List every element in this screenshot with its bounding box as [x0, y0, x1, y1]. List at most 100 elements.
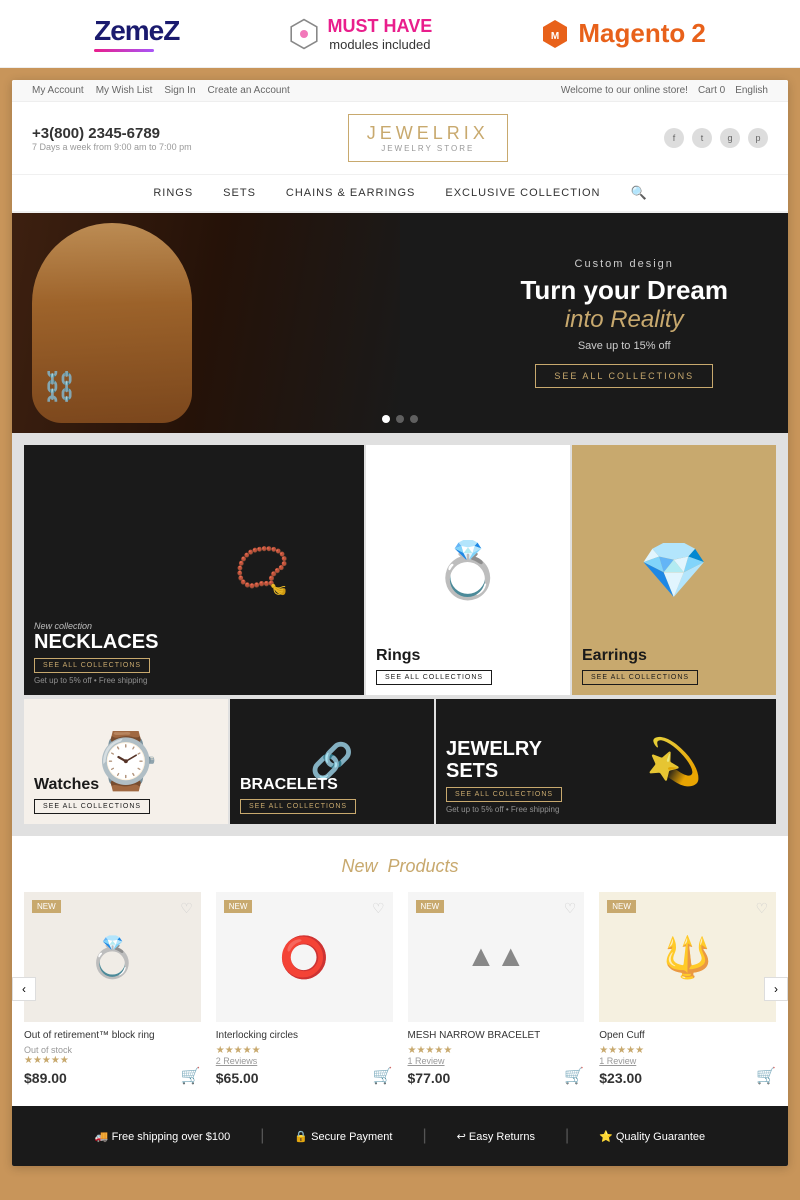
products-section: New Products ‹ New ♡ 💍 Out of retirement… — [12, 836, 788, 1106]
jewelry-sets-title2: SETS — [446, 760, 562, 782]
separator-1: | — [260, 1127, 264, 1145]
product-name-1: Out of retirement™ block ring — [24, 1030, 201, 1041]
product-stars-3: ★★★★★ — [408, 1045, 585, 1056]
hero-banner: ⛓️ Custom design Turn your Dream into Re… — [12, 213, 788, 433]
zemes-brand: ZemeZ — [94, 15, 179, 52]
product-card-1: New ♡ 💍 Out of retirement™ block ring Ou… — [24, 892, 201, 1086]
product-stock-1: Out of stock — [24, 1045, 201, 1055]
musthave-top-label: MUST HAVE — [328, 16, 433, 37]
product-cart-button-4[interactable]: 🛒 — [756, 1066, 776, 1086]
nav-rings[interactable]: RINGS — [153, 187, 193, 199]
bottom-bar-item-4: ⭐ Quality Guarantee — [599, 1130, 705, 1143]
necklaces-subcategory: New collection — [34, 621, 158, 631]
product-wishlist-1[interactable]: ♡ — [180, 900, 193, 917]
store-logo-box: JEWELRIX Jewelry Store — [348, 114, 508, 162]
product-price-3: $77.00 — [408, 1070, 451, 1086]
musthave-badge: MUST HAVE modules included — [288, 16, 433, 52]
store-logo[interactable]: JEWELRIX Jewelry Store — [348, 114, 508, 162]
phone-hours: 7 Days a week from 9:00 am to 7:00 pm — [32, 142, 192, 152]
product-badge-1: New — [32, 900, 61, 913]
google-plus-icon[interactable]: g — [720, 128, 740, 148]
rings-cta-button[interactable]: SEE ALL COLLECTIONS — [376, 670, 492, 685]
bottom-bar-item-1: 🚚 Free shipping over $100 — [95, 1130, 230, 1143]
top-nav-right: Welcome to our online store! Cart 0 Engl… — [561, 85, 768, 96]
products-title-plain: New — [341, 856, 377, 876]
category-grid-top: 📿 New collection NECKLACES SEE ALL COLLE… — [12, 433, 788, 697]
product-stars-4: ★★★★★ — [599, 1045, 776, 1056]
product-cart-button-3[interactable]: 🛒 — [564, 1066, 584, 1086]
product-reviews-3[interactable]: 1 Review — [408, 1056, 585, 1066]
nav-exclusive[interactable]: EXCLUSIVE COLLECTION — [445, 187, 600, 199]
store-logo-name: JEWELRIX — [367, 123, 489, 144]
product-card-2: New ♡ ⭕ Interlocking circles ★★★★★ 2 Rev… — [216, 892, 393, 1086]
store-wrapper: My Account My Wish List Sign In Create a… — [12, 80, 788, 1166]
cart-link[interactable]: Cart 0 — [698, 85, 725, 96]
pinterest-icon[interactable]: p — [748, 128, 768, 148]
bottom-bar: 🚚 Free shipping over $100 | 🔒 Secure Pay… — [12, 1106, 788, 1166]
separator-3: | — [565, 1127, 569, 1145]
wish-list-link[interactable]: My Wish List — [96, 85, 153, 96]
earrings-content: Earrings SEE ALL COLLECTIONS — [582, 647, 698, 685]
necklace-image: 📿 — [160, 445, 364, 695]
watches-cta-button[interactable]: SEE ALL COLLECTIONS — [34, 799, 150, 814]
products-title-italic: Products — [387, 856, 458, 876]
my-account-link[interactable]: My Account — [32, 85, 84, 96]
header: +3(800) 2345-6789 7 Days a week from 9:0… — [12, 102, 788, 175]
hero-dot-3[interactable] — [410, 415, 418, 423]
necklaces-offer: Get up to 5% off • Free shipping — [34, 676, 158, 685]
product-cart-button-2[interactable]: 🛒 — [373, 1066, 393, 1086]
jewelry-sets-offer: Get up to 5% off • Free shipping — [446, 805, 562, 814]
carousel-next-button[interactable]: › — [764, 977, 788, 1001]
nav-chains-earrings[interactable]: CHAINS & EARRINGS — [286, 187, 415, 199]
bracelets-cta-button[interactable]: SEE ALL COLLECTIONS — [240, 799, 356, 814]
facebook-icon[interactable]: f — [664, 128, 684, 148]
product-name-4: Open Cuff — [599, 1030, 776, 1041]
rings-category: 💍 Rings SEE ALL COLLECTIONS — [366, 445, 570, 695]
magento-text: Magento 2 — [578, 18, 705, 49]
product-reviews-4[interactable]: 1 Review — [599, 1056, 776, 1066]
bracelets-title: Bracelets — [240, 776, 356, 794]
category-grid-bottom: ⌚ Watches SEE ALL COLLECTIONS 🔗 Bracelet… — [12, 697, 788, 836]
necklaces-category: 📿 New collection NECKLACES SEE ALL COLLE… — [24, 445, 364, 695]
product-badge-2: New — [224, 900, 253, 913]
product-wishlist-4[interactable]: ♡ — [755, 900, 768, 917]
earrings-cta-button[interactable]: SEE ALL COLLECTIONS — [582, 670, 698, 685]
watches-content: Watches SEE ALL COLLECTIONS — [34, 776, 150, 814]
hero-offer: Save up to 15% off — [520, 340, 728, 352]
product-wishlist-3[interactable]: ♡ — [564, 900, 577, 917]
product-reviews-2[interactable]: 2 Reviews — [216, 1056, 393, 1066]
sign-in-link[interactable]: Sign In — [164, 85, 195, 96]
separator-2: | — [422, 1127, 426, 1145]
bracelets-category: 🔗 Bracelets SEE ALL COLLECTIONS — [230, 699, 434, 824]
watches-title: Watches — [34, 776, 150, 794]
hero-dot-2[interactable] — [396, 415, 404, 423]
top-nav: My Account My Wish List Sign In Create a… — [12, 80, 788, 102]
main-nav: RINGS SETS CHAINS & EARRINGS EXCLUSIVE C… — [12, 175, 788, 213]
bracelets-content: Bracelets SEE ALL COLLECTIONS — [240, 776, 356, 814]
hero-title-1: Turn your Dream — [520, 275, 728, 306]
hero-cta-button[interactable]: SEE ALL COLLECTIONS — [535, 364, 713, 388]
jewelry-sets-content: JEWELRY SETS SEE ALL COLLECTIONS Get up … — [446, 738, 562, 814]
hero-dot-1[interactable] — [382, 415, 390, 423]
search-icon[interactable]: 🔍 — [630, 185, 646, 201]
necklaces-cta-button[interactable]: SEE ALL COLLECTIONS — [34, 658, 150, 673]
twitter-icon[interactable]: t — [692, 128, 712, 148]
product-cart-button-1[interactable]: 🛒 — [181, 1066, 201, 1086]
necklaces-content: New collection NECKLACES SEE ALL COLLECT… — [34, 621, 158, 685]
product-stars-1: ★★★★★ — [24, 1055, 201, 1066]
product-price-2: $65.00 — [216, 1070, 259, 1086]
earrings-category: 💎 Earrings SEE ALL COLLECTIONS — [572, 445, 776, 695]
nav-sets[interactable]: SETS — [223, 187, 256, 199]
hero-title-2: into Reality — [520, 306, 728, 334]
products-section-title: New Products — [24, 856, 776, 877]
create-account-link[interactable]: Create an Account — [208, 85, 290, 96]
header-phone: +3(800) 2345-6789 7 Days a week from 9:0… — [32, 125, 192, 152]
carousel-prev-button[interactable]: ‹ — [12, 977, 36, 1001]
jewelry-sets-cta-button[interactable]: SEE ALL COLLECTIONS — [446, 787, 562, 802]
language-selector[interactable]: English — [735, 85, 768, 96]
header-social: f t g p — [664, 128, 768, 148]
product-wishlist-2[interactable]: ♡ — [372, 900, 385, 917]
badge-bar: ZemeZ MUST HAVE modules included M Magen… — [0, 0, 800, 68]
zemes-underline — [94, 49, 154, 52]
welcome-text: Welcome to our online store! — [561, 85, 688, 96]
